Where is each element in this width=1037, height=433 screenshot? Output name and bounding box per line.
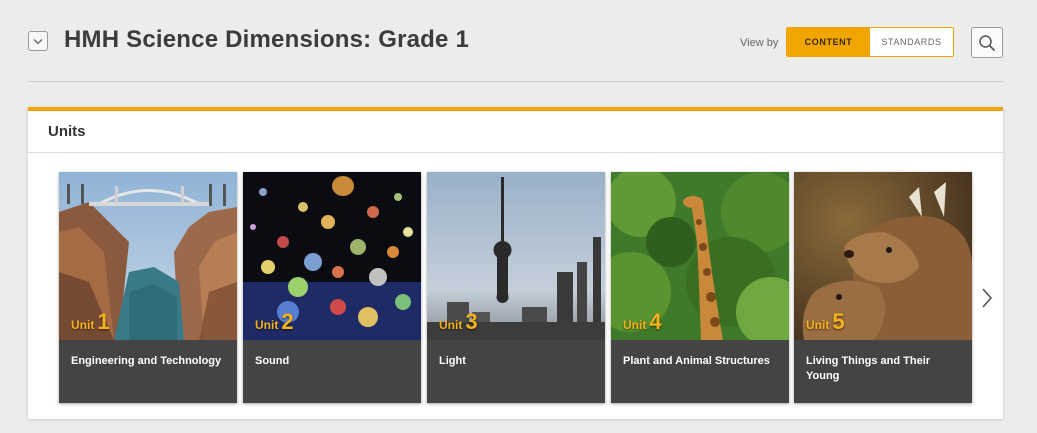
unit-number: 1 [97, 309, 110, 334]
unit-word: Unit [806, 318, 830, 332]
collapse-button[interactable] [28, 31, 48, 51]
unit-title: Engineering and Technology [59, 340, 237, 403]
page: HMH Science Dimensions: Grade 1 View by … [0, 0, 1037, 433]
unit-number: 4 [649, 309, 662, 334]
search-button[interactable] [971, 27, 1003, 58]
unit-word: Unit [623, 318, 647, 332]
standards-toggle-button[interactable]: STANDARDS [870, 28, 953, 56]
search-icon [979, 34, 995, 51]
unit-card-2[interactable]: Unit 2 Sound [243, 172, 421, 403]
content-toggle-button[interactable]: CONTENT [787, 28, 870, 56]
unit-title: Plant and Animal Structures [611, 340, 789, 403]
header-divider [28, 81, 1003, 82]
unit-word: Unit [439, 318, 463, 332]
unit-label: Unit 1 [71, 309, 110, 335]
next-units-button[interactable] [978, 284, 996, 312]
unit-title: Sound [243, 340, 421, 403]
page-title: HMH Science Dimensions: Grade 1 [64, 26, 469, 53]
unit-title: Light [427, 340, 605, 403]
unit-number: 5 [832, 309, 845, 334]
units-title: Units [48, 123, 86, 140]
unit-label: Unit 2 [255, 309, 294, 335]
unit-title: Living Things and Their Young [794, 340, 972, 403]
view-by-label: View by [740, 37, 779, 49]
unit-number: 2 [281, 309, 294, 334]
unit-word: Unit [71, 318, 95, 332]
unit-card-4[interactable]: Unit 4 Plant and Animal Structures [611, 172, 789, 403]
unit-card-3[interactable]: Unit 3 Light [427, 172, 605, 403]
unit-card-5[interactable]: Unit 5 Living Things and Their Young [794, 172, 972, 403]
units-header: Units [28, 111, 1003, 153]
chevron-right-icon [982, 288, 993, 308]
unit-label: Unit 5 [806, 309, 845, 335]
view-by-toggle: CONTENT STANDARDS [786, 27, 954, 57]
unit-word: Unit [255, 318, 279, 332]
unit-label: Unit 4 [623, 309, 662, 335]
unit-number: 3 [465, 309, 478, 334]
unit-label: Unit 3 [439, 309, 478, 335]
units-panel: Units Unit 1 Engineering and Technology … [28, 107, 1003, 419]
unit-card-1[interactable]: Unit 1 Engineering and Technology [59, 172, 237, 403]
chevron-down-icon [33, 38, 43, 44]
